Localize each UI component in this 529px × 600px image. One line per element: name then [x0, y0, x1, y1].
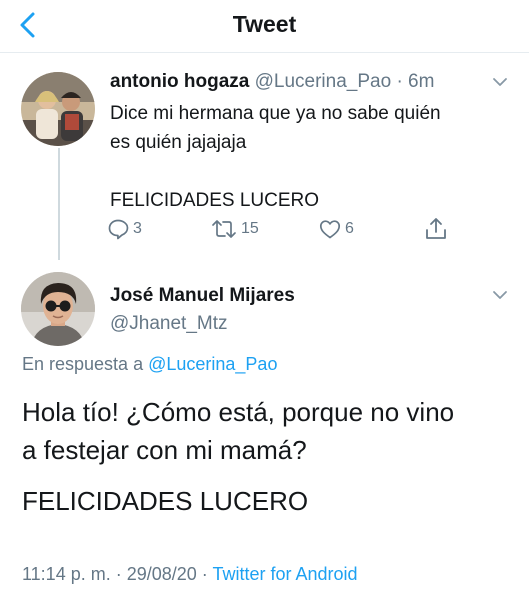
- main-tweet-line: a festejar con mi mamá?: [22, 435, 307, 465]
- page-title: Tweet: [232, 11, 297, 37]
- parent-tweet-time: · 6m: [396, 71, 435, 92]
- share-icon: [426, 218, 446, 239]
- tweet-source-link[interactable]: Twitter for Android: [212, 564, 357, 584]
- main-tweet-text: Hola tío! ¿Cómo está, porque no vino a f…: [22, 393, 517, 520]
- thread-connector-line: [58, 148, 60, 260]
- parent-author-name[interactable]: antonio hogaza: [110, 71, 249, 92]
- retweet-count: 15: [241, 220, 259, 237]
- top-bar: Tweet: [0, 0, 529, 53]
- parent-tweet-text: Dice mi hermana que ya no sabe quién es …: [110, 99, 490, 215]
- reply-to-handle-link[interactable]: @Lucerina_Pao: [148, 354, 277, 374]
- reply-icon: [108, 219, 129, 240]
- retweet-icon: [212, 220, 236, 238]
- reply-context-label: En respuesta a: [22, 354, 144, 374]
- tweet-meta: 11:14 p. m. · 29/08/20 · Twitter for And…: [22, 564, 358, 585]
- main-author-handle[interactable]: @Jhanet_Mtz: [110, 313, 228, 335]
- reply-button[interactable]: 3: [106, 216, 142, 242]
- tweet-timestamp: 11:14 p. m. · 29/08/20 ·: [22, 564, 208, 584]
- avatar-jose-manuel-mijares[interactable]: [21, 272, 95, 346]
- main-tweet-line: Hola tío! ¿Cómo está, porque no vino: [22, 397, 455, 427]
- parent-tweet-header: antonio hogaza @Lucerina_Pao · 6m: [110, 71, 434, 93]
- parent-tweet-line: FELICIDADES LUCERO: [110, 190, 320, 211]
- avatar-antonio-hogaza[interactable]: [21, 72, 95, 146]
- main-author-name[interactable]: José Manuel Mijares: [110, 285, 295, 307]
- main-tweet-menu-chevron-icon[interactable]: [492, 290, 508, 300]
- like-count: 6: [345, 220, 354, 237]
- share-button[interactable]: [424, 216, 448, 242]
- parent-author-handle[interactable]: @Lucerina_Pao: [255, 71, 392, 92]
- like-button[interactable]: 6: [318, 216, 354, 242]
- parent-tweet-menu-chevron-icon[interactable]: [492, 77, 508, 87]
- heart-icon: [319, 220, 341, 239]
- main-tweet-line: FELICIDADES LUCERO: [22, 486, 309, 516]
- parent-tweet-line: Dice mi hermana que ya no sabe quién: [110, 103, 441, 124]
- parent-tweet-line: es quién jajajaja: [110, 132, 247, 153]
- reply-count: 3: [133, 220, 142, 237]
- reply-context: En respuesta a @Lucerina_Pao: [22, 354, 277, 375]
- retweet-button[interactable]: 15: [210, 216, 259, 242]
